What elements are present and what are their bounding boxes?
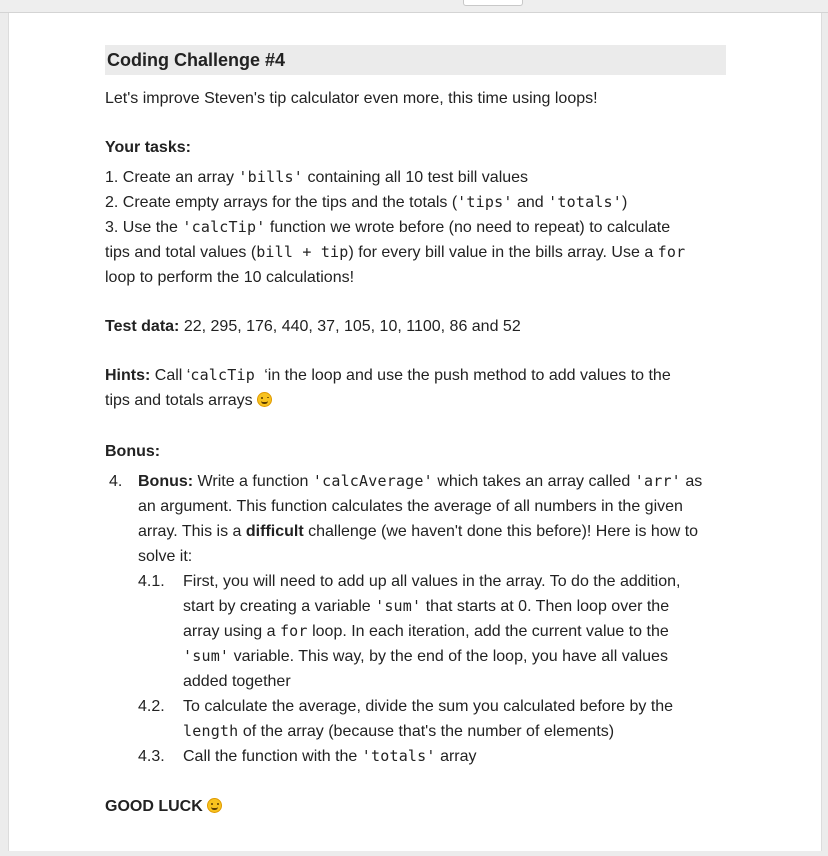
step-number: 4.2. — [138, 698, 165, 715]
task-2-code-totals: 'totals' — [548, 193, 623, 211]
step-1-text-b: start by creating a variable — [183, 598, 376, 615]
bonus-text-e: array. This is a — [138, 523, 246, 540]
intro-paragraph: Let's improve Steven's tip calculator ev… — [105, 90, 598, 107]
bonus-item-4: 4. Bonus: Write a function 'calcAverage'… — [109, 469, 726, 769]
winking-face-icon — [257, 392, 273, 407]
document-page: Coding Challenge #4 Let's improve Steven… — [8, 13, 822, 851]
tasks-list: 1. Create an array 'bills' containing al… — [105, 165, 726, 290]
page-title: Coding Challenge #4 — [105, 45, 726, 75]
step-1-text-g: added together — [183, 673, 291, 690]
task-2-text: 2. Create empty arrays for the tips and … — [105, 194, 458, 211]
task-3-text: 3. Use the — [105, 219, 183, 236]
task-3-code-bill-tip: bill + tip — [256, 243, 349, 261]
step-body: Call the function with the 'totals' arra… — [183, 744, 726, 769]
task-1-code: 'bills' — [238, 168, 304, 186]
bonus-item-number: 4. — [109, 473, 123, 490]
bonus-text-d: an argument. This function calculates th… — [138, 498, 683, 515]
bonus-step-4-3: 4.3. Call the function with the 'totals'… — [138, 744, 726, 769]
task-3-code-for: for — [657, 243, 686, 261]
step-1-text-d: array using a — [183, 623, 280, 640]
task-3-text-b: function we wrote before (no need to rep… — [265, 219, 671, 236]
hints-code: calcTip — [190, 366, 265, 384]
step-2-text-a: To calculate the average, divide the sum… — [183, 698, 674, 715]
task-2-code-tips: 'tips' — [457, 193, 513, 211]
hints-text-c: tips and totals arrays — [105, 392, 258, 409]
task-2-text-end: ) — [622, 194, 628, 211]
good-luck-paragraph: GOOD LUCK — [105, 794, 726, 819]
step-3-text-b: array — [435, 748, 477, 765]
step-1-text-e: loop. In each iteration, add the current… — [307, 623, 669, 640]
step-1-text-a: First, you will need to add up all value… — [183, 573, 681, 590]
test-data-label: Test data: — [105, 318, 180, 335]
bonus-code-arr: 'arr' — [634, 472, 681, 490]
bonus-description: Bonus: Write a function 'calcAverage' wh… — [138, 469, 726, 569]
hints-paragraph: Hints: Call ‘calcTip ‘in the loop and us… — [105, 363, 726, 413]
toolbar-handle[interactable] — [463, 0, 523, 6]
top-toolbar — [0, 0, 828, 13]
task-3-text-c: tips and total values ( — [105, 244, 257, 261]
bonus-step-4-1: 4.1. First, you will need to add up all … — [138, 569, 726, 694]
task-1-text-end: containing all 10 test bill values — [303, 169, 529, 186]
hints-text-b: ‘in the loop and use the push method to … — [264, 367, 671, 384]
step-body: To calculate the average, divide the sum… — [183, 694, 726, 744]
hints-label: Hints: — [105, 367, 151, 384]
bonus-label: Bonus: — [138, 473, 194, 490]
step-number: 4.3. — [138, 748, 165, 765]
step-number: 4.1. — [138, 573, 165, 590]
bonus-step-4-2: 4.2. To calculate the average, divide th… — [138, 694, 726, 744]
task-1: 1. Create an array 'bills' containing al… — [105, 165, 726, 190]
bonus-text-f: challenge (we haven't done this before)!… — [303, 523, 699, 540]
step-2-text-b: of the array (because that's the number … — [238, 723, 615, 740]
good-luck-text: GOOD LUCK — [105, 798, 208, 815]
grinning-face-icon — [207, 798, 223, 813]
bonus-list: 4. Bonus: Write a function 'calcAverage'… — [109, 469, 726, 769]
bonus-text-b: which takes an array called — [432, 473, 635, 490]
task-2: 2. Create empty arrays for the tips and … — [105, 190, 726, 215]
bonus-heading: Bonus: — [105, 443, 161, 460]
step-1-code-sum-2: 'sum' — [183, 647, 230, 665]
tasks-heading: Your tasks: — [105, 139, 191, 156]
task-3-text-e: loop to perform the 10 calculations! — [105, 269, 355, 286]
task-3: 3. Use the 'calcTip' function we wrote b… — [105, 215, 726, 290]
step-2-code-length: length — [183, 722, 239, 740]
bonus-text-g: solve it: — [138, 548, 193, 565]
task-3-text-d: ) for every bill value in the bills arra… — [348, 244, 658, 261]
bonus-text-c: as — [680, 473, 703, 490]
step-1-text-c: that starts at 0. Then loop over the — [421, 598, 670, 615]
step-body: First, you will need to add up all value… — [183, 569, 726, 694]
task-3-code-calctip: 'calcTip' — [182, 218, 266, 236]
bonus-text-a: Write a function — [193, 473, 313, 490]
hints-text-a: Call ‘ — [150, 367, 191, 384]
test-data-paragraph: Test data: 22, 295, 176, 440, 37, 105, 1… — [105, 314, 726, 339]
test-data-values: 22, 295, 176, 440, 37, 105, 10, 1100, 86… — [179, 318, 521, 335]
step-1-code-for: for — [279, 622, 308, 640]
bonus-difficult: difficult — [245, 523, 304, 540]
task-2-and: and — [512, 194, 549, 211]
document-content: Coding Challenge #4 Let's improve Steven… — [105, 45, 726, 819]
step-1-text-f: variable. This way, by the end of the lo… — [229, 648, 668, 665]
bonus-code-calcaverage: 'calcAverage' — [312, 472, 433, 490]
step-3-text-a: Call the function with the — [183, 748, 362, 765]
step-1-code-sum: 'sum' — [375, 597, 422, 615]
task-1-text: 1. Create an array — [105, 169, 239, 186]
bonus-item-body: Bonus: Write a function 'calcAverage' wh… — [138, 469, 726, 769]
step-3-code-totals: 'totals' — [361, 747, 436, 765]
